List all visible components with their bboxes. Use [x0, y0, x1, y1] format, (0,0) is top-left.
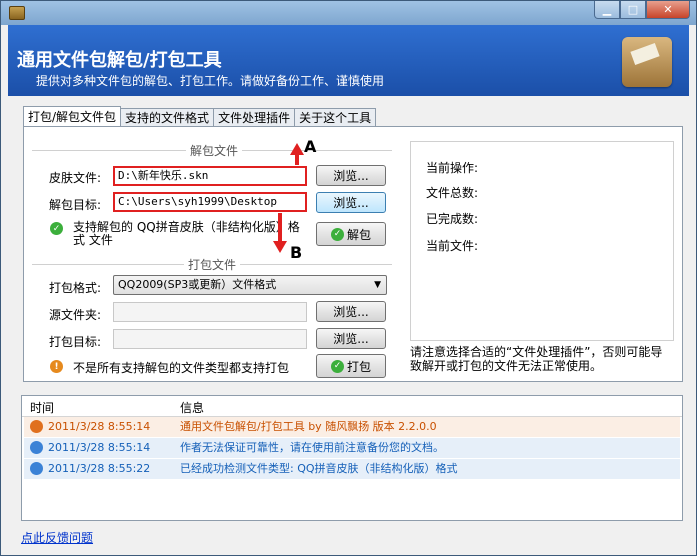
- source-browse-button[interactable]: 浏览...: [316, 301, 386, 322]
- unpack-button-label: 解包: [346, 227, 371, 242]
- browse-label: 浏览...: [333, 305, 369, 319]
- log-time: 2011/3/28 8:55:14: [48, 420, 151, 433]
- log-time: 2011/3/28 8:55:14: [48, 441, 151, 454]
- app-title: 通用文件包解包/打包工具: [17, 50, 222, 71]
- source-folder-label: 源文件夹:: [49, 308, 102, 322]
- pack-button[interactable]: ✓ 打包: [316, 354, 386, 378]
- tab-bar: 打包/解包文件包 支持的文件格式 文件处理插件 关于这个工具: [23, 106, 377, 126]
- plugin-note: 请注意选择合适的“文件处理插件”，否则可能导致解开或打包的文件无法正常使用。: [410, 345, 663, 373]
- skin-browse-button[interactable]: 浏览...: [316, 165, 386, 186]
- skin-file-label: 皮肤文件:: [49, 171, 102, 185]
- logo-tag: [630, 42, 660, 66]
- app-subtitle: 提供对多种文件包的解包、打包工作。请做好备份工作、谨慎使用: [36, 74, 385, 88]
- annotation-b: B: [290, 243, 303, 262]
- main-content: 打包/解包文件包 支持的文件格式 文件处理插件 关于这个工具 解包文件 皮肤文件…: [8, 96, 689, 548]
- pack-target-input[interactable]: [113, 329, 307, 349]
- main-window: ▁ □ ✕ 通用文件包解包/打包工具 提供对多种文件包的解包、打包工作。请做好备…: [0, 0, 697, 556]
- log-header: 时间 信息: [22, 396, 682, 417]
- window-controls: ▁ □ ✕: [594, 1, 690, 20]
- log-col-time[interactable]: 时间: [30, 399, 54, 416]
- annotation-a: A: [304, 137, 317, 156]
- pack-format-select[interactable]: QQ2009(SP3或更新）文件格式 ▼: [113, 275, 387, 295]
- pack-group-title: 打包文件: [184, 256, 241, 273]
- tab-supported-formats[interactable]: 支持的文件格式: [120, 108, 215, 126]
- tab-plugins[interactable]: 文件处理插件: [213, 108, 296, 126]
- log-row[interactable]: 2011/3/28 8:55:22 已经成功检测文件类型: QQ拼音皮肤（非结构…: [24, 459, 680, 479]
- feedback-link[interactable]: 点此反馈问题: [21, 529, 93, 546]
- pack-format-value: QQ2009(SP3或更新）文件格式: [118, 278, 277, 291]
- log-message: 通用文件包解包/打包工具 by 随风飘扬 版本 2.2.0.0: [180, 420, 437, 433]
- browse-label: 浏览...: [333, 169, 369, 183]
- log-row[interactable]: 2011/3/28 8:55:14 通用文件包解包/打包工具 by 随风飘扬 版…: [24, 417, 680, 437]
- status-panel: 当前操作: 文件总数: 已完成数: 当前文件:: [410, 141, 674, 341]
- log-row[interactable]: 2011/3/28 8:55:14 作者无法保证可靠性，请在使用前注意备份您的文…: [24, 438, 680, 458]
- arrow-down-shaft: [278, 213, 282, 243]
- target-browse-button[interactable]: 浏览...: [316, 192, 386, 213]
- skin-file-input[interactable]: D:\新年快乐.skn: [113, 166, 307, 186]
- unpack-target-input[interactable]: C:\Users\syh1999\Desktop: [113, 192, 307, 212]
- browse-label: 浏览...: [333, 332, 369, 346]
- completed-label: 已完成数:: [426, 212, 479, 226]
- pack-target-label: 打包目标:: [49, 335, 102, 349]
- unpack-group-title: 解包文件: [186, 142, 243, 159]
- support-text: 支持解包的 QQ拼音皮肤（非结构化版）格式 文件: [73, 220, 300, 247]
- source-folder-input[interactable]: [113, 302, 307, 322]
- unpack-target-label: 解包目标:: [49, 198, 102, 212]
- header-banner: 通用文件包解包/打包工具 提供对多种文件包的解包、打包工作。请做好备份工作、谨慎…: [8, 25, 689, 96]
- pack-target-browse-button[interactable]: 浏览...: [316, 328, 386, 349]
- tab-pack-unpack[interactable]: 打包/解包文件包: [23, 106, 122, 126]
- log-col-info[interactable]: 信息: [180, 399, 204, 416]
- pack-button-label: 打包: [346, 359, 371, 374]
- maximize-button[interactable]: □: [620, 1, 646, 19]
- pack-warning-text: 不是所有支持解包的文件类型都支持打包: [73, 361, 290, 375]
- arrow-up-shaft: [295, 153, 299, 165]
- info-icon: [30, 441, 43, 454]
- close-button[interactable]: ✕: [646, 1, 690, 19]
- log-message: 作者无法保证可靠性，请在使用前注意备份您的文档。: [180, 441, 444, 454]
- chevron-down-icon: ▼: [374, 280, 381, 290]
- heart-icon: [30, 420, 43, 433]
- package-logo-icon: [622, 37, 672, 87]
- warning-icon: !: [50, 360, 63, 373]
- check-icon: ✓: [50, 222, 63, 235]
- current-file-label: 当前文件:: [426, 239, 479, 253]
- tab-about[interactable]: 关于这个工具: [294, 108, 377, 126]
- tab-panel: 解包文件 皮肤文件: D:\新年快乐.skn 浏览... 解包目标: C:\Us…: [23, 126, 683, 382]
- app-icon: [9, 6, 25, 20]
- browse-label: 浏览...: [333, 196, 369, 210]
- log-time: 2011/3/28 8:55:22: [48, 462, 151, 475]
- minimize-button[interactable]: ▁: [594, 1, 620, 19]
- pack-check-icon: ✓: [330, 359, 344, 373]
- info-icon: [30, 462, 43, 475]
- arrow-down-icon: [273, 241, 287, 253]
- file-total-label: 文件总数:: [426, 186, 479, 200]
- pack-format-label: 打包格式:: [49, 281, 102, 295]
- log-list[interactable]: 时间 信息 2011/3/28 8:55:14 通用文件包解包/打包工具 by …: [21, 395, 683, 521]
- current-op-label: 当前操作:: [426, 161, 479, 175]
- unpack-button[interactable]: ✓ 解包: [316, 222, 386, 246]
- title-bar[interactable]: ▁ □ ✕: [1, 1, 696, 25]
- unpack-check-icon: ✓: [330, 227, 344, 241]
- log-message: 已经成功检测文件类型: QQ拼音皮肤（非结构化版）格式: [180, 462, 458, 475]
